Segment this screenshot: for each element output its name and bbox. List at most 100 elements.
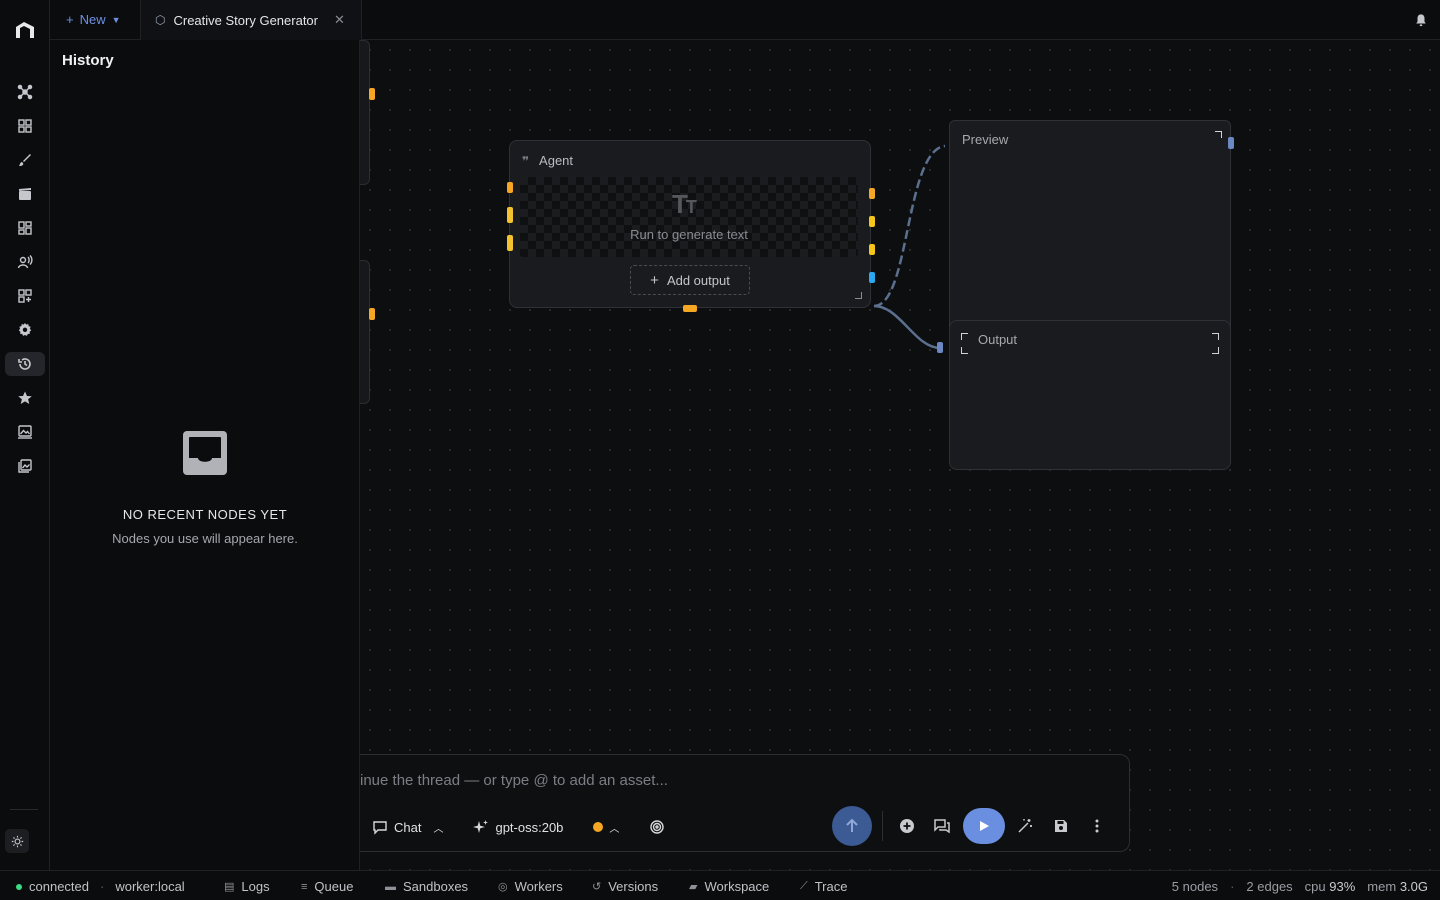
- sandboxes-button[interactable]: ▬ Sandboxes: [385, 879, 468, 894]
- toolbar-divider: [882, 811, 883, 841]
- queue-icon: ≡: [301, 880, 308, 893]
- film-icon[interactable]: [5, 182, 45, 206]
- edge-agent-to-output: [873, 304, 941, 350]
- node-handle[interactable]: [369, 88, 375, 100]
- plus-icon: +: [650, 271, 659, 289]
- sandboxes-label: Sandboxes: [403, 879, 469, 894]
- agent-node[interactable]: ❞ Agent TT Run to generate text + Add ou…: [509, 140, 871, 308]
- empty-state-title: NO RECENT NODES YET: [122, 507, 288, 522]
- model-label: gpt-oss:20b: [495, 819, 564, 835]
- agent-input-handle[interactable]: [507, 235, 513, 251]
- expand-corner-icon[interactable]: [1215, 131, 1222, 138]
- output-node-title: Output: [978, 332, 1018, 347]
- chat-mode-select[interactable]: Chat ︿: [372, 819, 443, 835]
- folder-icon: ▰: [689, 881, 698, 893]
- agent-node-header: ❞ Agent: [522, 153, 573, 168]
- inbox-icon: [183, 431, 227, 475]
- model-select[interactable]: gpt-oss:20b: [473, 819, 563, 835]
- status-dot-select[interactable]: ︿: [593, 820, 619, 835]
- history-icon: ↺: [592, 881, 602, 893]
- bell-icon[interactable]: [1414, 13, 1428, 27]
- tab-creative-story-generator[interactable]: ⬡ Creative Story Generator ✕: [140, 0, 362, 40]
- gallery-icon[interactable]: [5, 454, 45, 478]
- brush-icon[interactable]: [5, 148, 45, 172]
- mem-label: mem: [1367, 879, 1397, 894]
- run-to-generate-text: Run to generate text: [630, 227, 748, 242]
- worker-label: worker:local: [115, 879, 185, 894]
- agent-output-handle[interactable]: [869, 188, 875, 199]
- image-collection-icon[interactable]: [5, 420, 45, 444]
- cpu-stat: cpu 93%: [1305, 879, 1356, 894]
- sparkle-icon: [473, 820, 489, 833]
- edge-agent-to-preview: [873, 144, 946, 308]
- preview-node[interactable]: Preview: [949, 120, 1231, 330]
- workflow-canvas[interactable]: ❞ Agent TT Run to generate text + Add ou…: [360, 40, 1440, 870]
- icon-rail: [0, 0, 50, 870]
- chat-history-icon[interactable]: [932, 816, 952, 836]
- gear-icon[interactable]: [5, 318, 45, 342]
- app-root: + New ▼ ⬡ Creative Story Generator ✕ His…: [0, 0, 1440, 900]
- agent-node-title: Agent: [539, 153, 574, 168]
- cpu-label: cpu: [1304, 879, 1326, 894]
- save-icon[interactable]: [1051, 816, 1071, 836]
- grid-icon[interactable]: [5, 114, 45, 138]
- offscreen-node[interactable]: [360, 40, 370, 185]
- star-icon[interactable]: [5, 386, 45, 410]
- agent-output-handle[interactable]: [869, 216, 875, 227]
- corner-tr-icon: [1212, 333, 1219, 340]
- network-icon[interactable]: [5, 80, 45, 104]
- logs-label: Logs: [241, 879, 270, 894]
- status-dot: [593, 822, 604, 832]
- workspace-button[interactable]: ▰ Workspace: [689, 879, 769, 894]
- workers-icon: ◎: [498, 881, 508, 893]
- node-handle[interactable]: [369, 308, 375, 320]
- cpu-value: 93%: [1329, 879, 1356, 894]
- queue-button[interactable]: ≡ Queue: [301, 879, 353, 894]
- app-logo-icon[interactable]: [13, 18, 37, 42]
- dashboard-icon[interactable]: [5, 216, 45, 240]
- agent-input-handle[interactable]: [507, 182, 513, 193]
- graph-stats: 5 nodes · 2 edges cpu 93% mem 3.0G: [1171, 879, 1428, 894]
- connected-dot-icon: [16, 883, 22, 890]
- theme-toggle-sun-icon[interactable]: [5, 829, 29, 853]
- close-icon[interactable]: ✕: [334, 12, 345, 28]
- target-button[interactable]: [649, 819, 665, 835]
- agent-output-handle[interactable]: [869, 244, 875, 255]
- preview-output-handle[interactable]: [1228, 137, 1234, 149]
- tab-title: Creative Story Generator: [173, 12, 318, 28]
- chat-bubble-icon: [373, 821, 387, 835]
- add-output-button[interactable]: + Add output: [630, 265, 750, 295]
- voice-icon[interactable]: [5, 250, 45, 274]
- run-button[interactable]: [963, 808, 1005, 844]
- logs-button[interactable]: ▤ Logs: [224, 879, 270, 894]
- connection-status: connected · worker:local: [16, 879, 185, 894]
- hexagon-icon: ⬡: [155, 13, 166, 27]
- chevron-up-icon: ︿: [609, 823, 620, 835]
- agent-output-handle[interactable]: [869, 272, 875, 283]
- plus-icon: +: [66, 12, 74, 27]
- output-node[interactable]: Output: [949, 320, 1231, 470]
- workers-button[interactable]: ◎ Workers: [498, 879, 563, 894]
- add-circle-icon[interactable]: [897, 816, 917, 836]
- status-bar: connected · worker:local ▤ Logs ≡ Queue …: [0, 870, 1440, 900]
- new-button[interactable]: + New ▼: [66, 12, 121, 27]
- more-vertical-icon[interactable]: [1087, 816, 1107, 836]
- history-title: History: [62, 52, 114, 69]
- offscreen-node[interactable]: [360, 260, 370, 404]
- resize-handle-icon[interactable]: [855, 292, 862, 299]
- history-icon[interactable]: [5, 352, 45, 376]
- apps-add-icon[interactable]: [5, 284, 45, 308]
- workers-label: Workers: [514, 879, 563, 894]
- versions-button[interactable]: ↺ Versions: [592, 879, 658, 894]
- trace-button[interactable]: ⟋ Trace: [800, 879, 847, 894]
- corner-bl-icon: [961, 347, 968, 354]
- send-button[interactable]: [832, 806, 872, 846]
- chat-toolbar: Chat ︿ gpt-oss:20b ︿: [372, 807, 695, 847]
- agent-input-handle[interactable]: [507, 207, 513, 223]
- output-input-handle[interactable]: [937, 342, 943, 353]
- trace-label: Trace: [814, 879, 848, 894]
- chat-input[interactable]: inue the thread — or type @ to add an as…: [360, 772, 668, 789]
- agent-bottom-handle[interactable]: [683, 305, 697, 312]
- magic-wand-icon[interactable]: [1015, 816, 1035, 836]
- chevron-up-icon: ︿: [433, 823, 444, 835]
